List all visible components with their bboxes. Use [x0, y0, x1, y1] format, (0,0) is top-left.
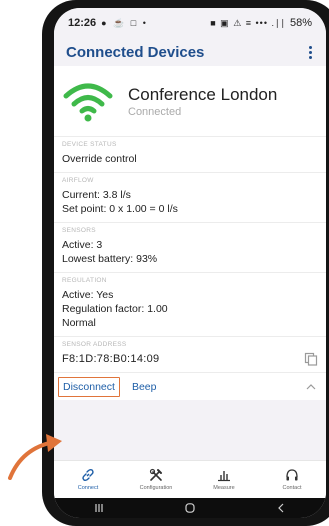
section-label: SENSORS: [62, 227, 96, 234]
battery-level: 58%: [289, 17, 312, 29]
disconnect-button[interactable]: Disconnect: [58, 376, 120, 397]
address-row: F8:1D:78:B0:14:09: [62, 352, 318, 366]
sensors-active: Active: 3: [62, 239, 103, 251]
bottom-navigation: Connect Configuration Measure Contact: [54, 460, 326, 498]
home-icon[interactable]: [184, 503, 196, 513]
annotation-arrow-icon: [8, 434, 62, 480]
regulation-section: REGULATION Active: Yes Regulation factor…: [54, 272, 326, 336]
device-status-section: DEVICE STATUS Override control: [54, 136, 326, 172]
beep-button[interactable]: Beep: [128, 378, 161, 396]
page-title: Connected Devices: [66, 43, 205, 61]
nav-label-measure: Measure: [213, 485, 235, 491]
nav-item-measure[interactable]: Measure: [190, 461, 258, 498]
recent-apps-icon[interactable]: [93, 503, 105, 513]
section-label: DEVICE STATUS: [62, 141, 117, 148]
tools-icon: [149, 468, 162, 481]
nav-label-configuration: Configuration: [139, 485, 173, 491]
phone-screen: 12:26 ● ☕ □ • ■ ▣ ⚠ ≡ ••• .∣∣ 58% Connec…: [54, 8, 326, 518]
section-label: SENSOR ADDRESS: [62, 341, 127, 348]
system-status-icons: ■ ▣ ⚠ ≡ ••• .∣∣: [210, 17, 286, 28]
regulation-mode: Normal: [62, 317, 96, 329]
sensor-address-section: SENSOR ADDRESS F8:1D:78:B0:14:09: [54, 336, 326, 372]
device-header: Conference London Connected: [54, 66, 326, 136]
notification-icons: ● ☕ □ •: [101, 17, 148, 28]
sensors-lowest-battery: Lowest battery: 93%: [62, 253, 158, 265]
wifi-icon: [63, 83, 113, 122]
back-icon[interactable]: [275, 503, 287, 513]
more-options-icon[interactable]: [305, 44, 316, 61]
system-navigation-bar: [54, 498, 326, 518]
device-connection-status: Connected: [128, 105, 182, 118]
copy-icon[interactable]: [304, 352, 318, 366]
nav-label-contact: Contact: [282, 485, 302, 491]
sensors-section: SENSORS Active: 3 Lowest battery: 93%: [54, 222, 326, 272]
regulation-active: Active: Yes: [62, 289, 114, 301]
airflow-current: Current: 3.8 l/s: [62, 189, 131, 201]
nav-item-contact[interactable]: Contact: [258, 461, 326, 498]
app-bar: Connected Devices: [54, 38, 326, 66]
headphones-icon: [286, 469, 298, 481]
airflow-set-point: Set point: 0 x 1.00 = 0 l/s: [62, 203, 178, 215]
airflow-section: AIRFLOW Current: 3.8 l/s Set point: 0 x …: [54, 172, 326, 222]
device-name: Conference London: [128, 84, 278, 104]
chevron-up-icon[interactable]: [306, 383, 316, 391]
regulation-factor: Regulation factor: 1.00: [62, 303, 168, 315]
nav-label-connect: Connect: [77, 485, 99, 491]
link-icon: [82, 468, 94, 482]
section-label: REGULATION: [62, 277, 107, 284]
status-time: 12:26: [68, 17, 97, 29]
nav-item-configuration[interactable]: Configuration: [122, 461, 190, 498]
sensor-address-value: F8:1D:78:B0:14:09: [62, 353, 160, 365]
device-info: Conference London Connected: [128, 85, 277, 118]
device-actions: Disconnect Beep: [54, 372, 326, 400]
status-bar: 12:26 ● ☕ □ • ■ ▣ ⚠ ≡ ••• .∣∣ 58%: [54, 8, 326, 38]
section-label: AIRFLOW: [62, 177, 94, 184]
device-status-value: Override control: [62, 153, 137, 165]
bar-chart-icon: [218, 471, 230, 482]
